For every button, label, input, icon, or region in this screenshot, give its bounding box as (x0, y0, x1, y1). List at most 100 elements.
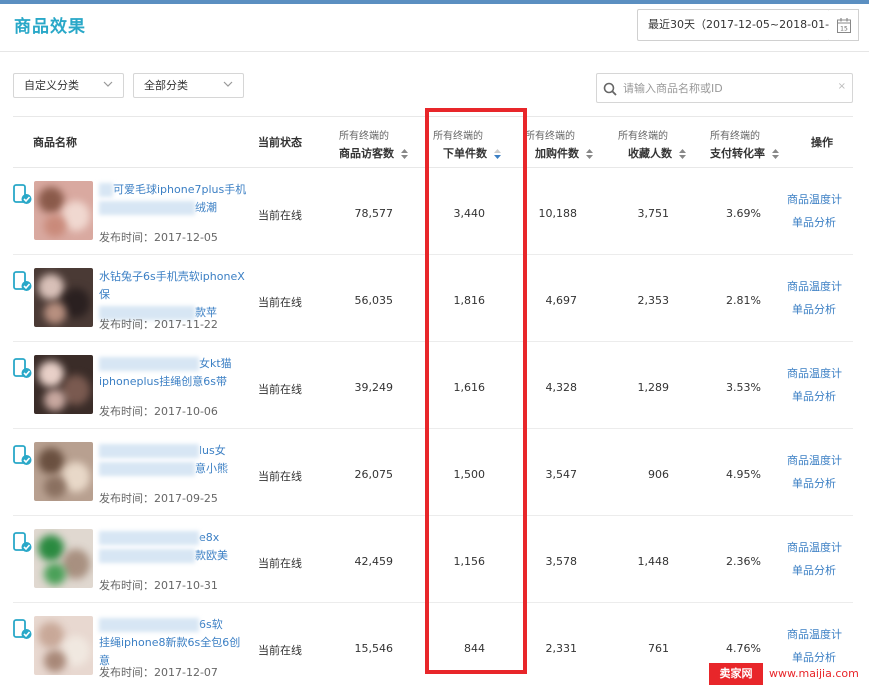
product-title-line2: iphoneplus挂绳创意6s带 (99, 375, 227, 388)
status-cell: 当前在线 (258, 209, 302, 222)
conversion-cell: 3.69% (726, 207, 761, 220)
sort-icon[interactable] (771, 149, 779, 159)
watermark: 卖家网 www.maijia.com (709, 663, 869, 685)
search-input[interactable] (623, 79, 833, 97)
product-title-line1: 水钻兔子6s手机壳软iphoneX保 (99, 270, 245, 301)
favorites-cell: 1,289 (637, 381, 670, 394)
product-title-link[interactable]: 6s软 挂绳iphone8新款6s全包6创意 (99, 616, 247, 670)
visitors-cell: 26,075 (354, 468, 394, 481)
calendar-icon: 15 (837, 18, 851, 33)
chevron-down-icon (223, 81, 233, 87)
mobile-product-icon (13, 445, 32, 465)
col-fav-sub: 所有终端的 (618, 131, 668, 142)
product-title-link[interactable]: 女kt猫 iphoneplus挂绳创意6s带 (99, 355, 247, 391)
conversion-cell: 4.76% (726, 642, 761, 655)
temperature-gauge-link[interactable]: 商品温度计 (787, 278, 842, 294)
publish-time: 发布时间：2017-10-06 (99, 405, 218, 418)
product-thumbnail[interactable] (34, 529, 93, 588)
mobile-product-icon (13, 619, 32, 639)
product-title-line2: 款欧美 (195, 549, 228, 562)
mobile-product-icon (13, 358, 32, 378)
col-cart[interactable]: 所有终端的 加购件数 (525, 127, 593, 161)
col-visitors-sub: 所有终端的 (339, 131, 389, 142)
visitors-cell: 78,577 (354, 207, 394, 220)
status-cell: 当前在线 (258, 296, 302, 309)
product-title-line1: 6s软 (199, 618, 223, 631)
product-title-line1: lus女 (199, 444, 226, 457)
chevron-down-icon (103, 81, 113, 87)
visitors-cell: 39,249 (354, 381, 394, 394)
product-thumbnail[interactable] (34, 181, 93, 240)
conversion-cell: 2.36% (726, 555, 761, 568)
product-thumbnail[interactable] (34, 355, 93, 414)
publish-time: 发布时间：2017-09-25 (99, 492, 218, 505)
product-thumbnail[interactable] (34, 268, 93, 327)
temperature-gauge-link[interactable]: 商品温度计 (787, 626, 842, 642)
temperature-gauge-link[interactable]: 商品温度计 (787, 539, 842, 555)
product-title-line1: e8x (199, 531, 220, 544)
mobile-product-icon (13, 184, 32, 204)
product-title-link[interactable]: 可爱毛球iphone7plus手机 绒潮 (99, 181, 247, 217)
col-visitors[interactable]: 所有终端的 商品访客数 (339, 127, 408, 161)
product-title-line2: 挂绳iphone8新款6s全包6创意 (99, 636, 241, 667)
status-cell: 当前在线 (258, 557, 302, 570)
calendar-button[interactable]: 15 (829, 9, 859, 41)
product-title-link[interactable]: e8x 款欧美 (99, 529, 247, 565)
item-analysis-link[interactable]: 单品分析 (792, 562, 836, 578)
sort-icon[interactable] (400, 149, 408, 159)
publish-time: 发布时间：2017-11-22 (99, 318, 218, 331)
custom-category-select[interactable]: 自定义分类 (13, 73, 124, 98)
product-title-link[interactable]: lus女 意小熊 (99, 442, 247, 478)
favorites-cell: 906 (648, 468, 669, 481)
mobile-product-icon (13, 271, 32, 291)
date-range-picker[interactable]: 最近30天（2017-12-05~2018-01-03） (637, 9, 854, 41)
status-cell: 当前在线 (258, 383, 302, 396)
mobile-product-icon (13, 532, 32, 552)
favorites-cell: 2,353 (637, 294, 670, 307)
temperature-gauge-link[interactable]: 商品温度计 (787, 365, 842, 381)
clear-icon[interactable]: × (838, 81, 846, 92)
col-conv-label: 支付转化率 (710, 147, 765, 160)
item-analysis-link[interactable]: 单品分析 (792, 388, 836, 404)
watermark-url: www.maijia.com (769, 667, 859, 680)
item-analysis-link[interactable]: 单品分析 (792, 214, 836, 230)
col-cart-label: 加购件数 (535, 147, 579, 160)
item-analysis-link[interactable]: 单品分析 (792, 301, 836, 317)
search-icon (603, 82, 617, 96)
col-visitors-label: 商品访客数 (339, 147, 394, 160)
favorites-cell: 761 (648, 642, 669, 655)
watermark-logo: 卖家网 (709, 663, 763, 685)
product-thumbnail[interactable] (34, 442, 93, 501)
publish-time: 发布时间：2017-12-07 (99, 666, 218, 679)
svg-text:15: 15 (840, 26, 848, 33)
item-analysis-link[interactable]: 单品分析 (792, 475, 836, 491)
conversion-cell: 2.81% (726, 294, 761, 307)
favorites-cell: 1,448 (637, 555, 670, 568)
sort-icon[interactable] (678, 149, 686, 159)
status-cell: 当前在线 (258, 470, 302, 483)
col-status: 当前状态 (258, 136, 302, 149)
temperature-gauge-link[interactable]: 商品温度计 (787, 452, 842, 468)
col-cart-sub: 所有终端的 (525, 131, 575, 142)
conversion-cell: 4.95% (726, 468, 761, 481)
product-title-line1: 女kt猫 (199, 357, 232, 370)
product-search[interactable]: × (596, 73, 853, 103)
col-conversion[interactable]: 所有终端的 支付转化率 (710, 127, 779, 161)
publish-time: 发布时间：2017-12-05 (99, 231, 218, 244)
product-title-link[interactable]: 水钻兔子6s手机壳软iphoneX保 款苹 (99, 268, 247, 322)
product-title-line2: 绒潮 (195, 201, 217, 214)
conversion-cell: 3.53% (726, 381, 761, 394)
col-operations: 操作 (811, 136, 833, 149)
temperature-gauge-link[interactable]: 商品温度计 (787, 191, 842, 207)
page-title: 商品效果 (14, 17, 86, 37)
col-favorites[interactable]: 所有终端的 收藏人数 (618, 127, 686, 161)
sort-icon[interactable] (585, 149, 593, 159)
product-thumbnail[interactable] (34, 616, 93, 675)
all-category-select[interactable]: 全部分类 (133, 73, 244, 98)
col-fav-label: 收藏人数 (628, 147, 672, 160)
visitors-cell: 15,546 (354, 642, 394, 655)
visitors-cell: 56,035 (354, 294, 394, 307)
status-cell: 当前在线 (258, 644, 302, 657)
product-title-line2: 意小熊 (195, 462, 228, 475)
visitors-cell: 42,459 (354, 555, 394, 568)
